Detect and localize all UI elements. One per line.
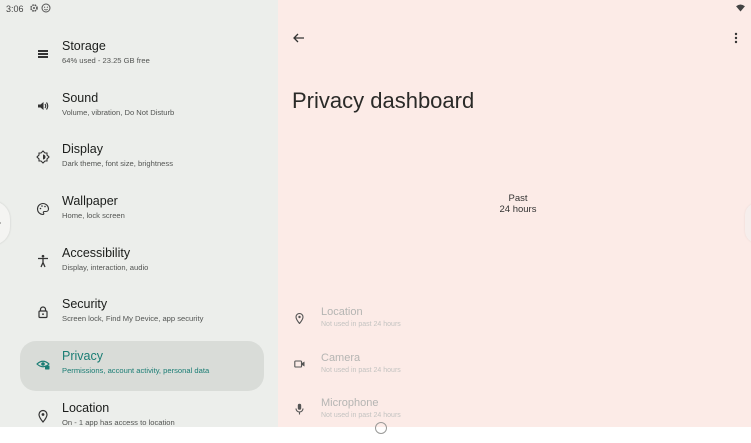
accessibility-icon [38,254,48,268]
permission-subtitle: Not used in past 24 hours [321,367,401,374]
sidebar-item-title: Storage [62,39,106,53]
back-arrow-icon[interactable] [292,31,306,45]
sidebar-item-wallpaper[interactable]: Wallpaper Home, lock screen [20,186,264,236]
storage-icon [38,50,48,58]
scroll-hint-icon [375,422,387,434]
time-range-line-1: Past [508,193,528,204]
wifi-icon [736,4,745,12]
sidebar-item-subtitle: Display, interaction, audio [62,263,149,272]
sidebar-item-subtitle: Dark theme, font size, brightness [62,159,174,168]
sidebar-item-storage[interactable]: Storage 64% used - 23.25 GB free [20,31,264,81]
sidebar-item-subtitle: Home, lock screen [62,211,125,220]
camera-icon [294,360,305,368]
sidebar-item-title: Location [62,401,110,415]
sidebar-item-privacy[interactable]: Privacy Permissions, account activity, p… [20,341,264,391]
sidebar-item-title: Sound [62,91,99,105]
palette-icon [37,202,50,216]
sidebar-item-security[interactable]: Security Screen lock, Find My Device, ap… [20,289,264,339]
page-title: Privacy dashboard [292,88,475,113]
permission-title: Microphone [321,397,379,409]
display-icon [36,150,50,164]
sidebar-item-subtitle: Permissions, account activity, personal … [62,366,210,375]
sidebar-item-subtitle: Volume, vibration, Do Not Disturb [62,108,175,117]
sidebar-item-title: Display [62,142,103,156]
sidebar-item-subtitle: Screen lock, Find My Device, app securit… [62,314,204,323]
sound-icon [38,102,49,110]
sidebar-item-title: Accessibility [62,246,131,260]
time-range-label: Past 24 hours [478,193,558,215]
permission-subtitle: Not used in past 24 hours [321,412,401,419]
time-range-line-2: 24 hours [499,204,537,215]
sidebar-item-title: Wallpaper [62,194,118,208]
permission-item-location[interactable]: Location Not used in past 24 hours [290,306,490,336]
sidebar-item-title: Security [62,297,108,311]
sidebar-item-subtitle: On - 1 app has access to location [62,418,175,427]
settings-gear-icon [30,4,38,12]
right-edge-handle[interactable] [745,203,751,243]
sidebar-item-location[interactable]: Location On - 1 app has access to locati… [20,393,264,443]
privacy-icon [36,360,50,370]
permission-item-microphone[interactable]: Microphone Not used in past 24 hours [290,397,490,427]
permission-title: Camera [321,352,361,364]
permission-subtitle: Not used in past 24 hours [321,321,401,328]
sidebar-item-accessibility[interactable]: Accessibility Display, interaction, audi… [20,238,264,288]
sidebar-item-display[interactable]: Display Dark theme, font size, brightnes… [20,134,264,184]
sidebar-item-sound[interactable]: Sound Volume, vibration, Do Not Disturb [20,83,264,133]
chevron-right-icon [0,222,1,224]
lock-icon [38,306,48,319]
more-options-icon[interactable] [733,31,739,45]
microphone-icon [295,403,304,415]
sidebar-item-subtitle: 64% used - 23.25 GB free [62,56,150,65]
permission-item-camera[interactable]: Camera Not used in past 24 hours [290,352,490,382]
location-icon [295,312,304,324]
location-icon [38,409,48,423]
permission-title: Location [321,306,363,318]
sidebar-item-title: Privacy [62,349,103,363]
status-time: 3:06 [6,4,24,14]
face-icon [41,3,51,13]
